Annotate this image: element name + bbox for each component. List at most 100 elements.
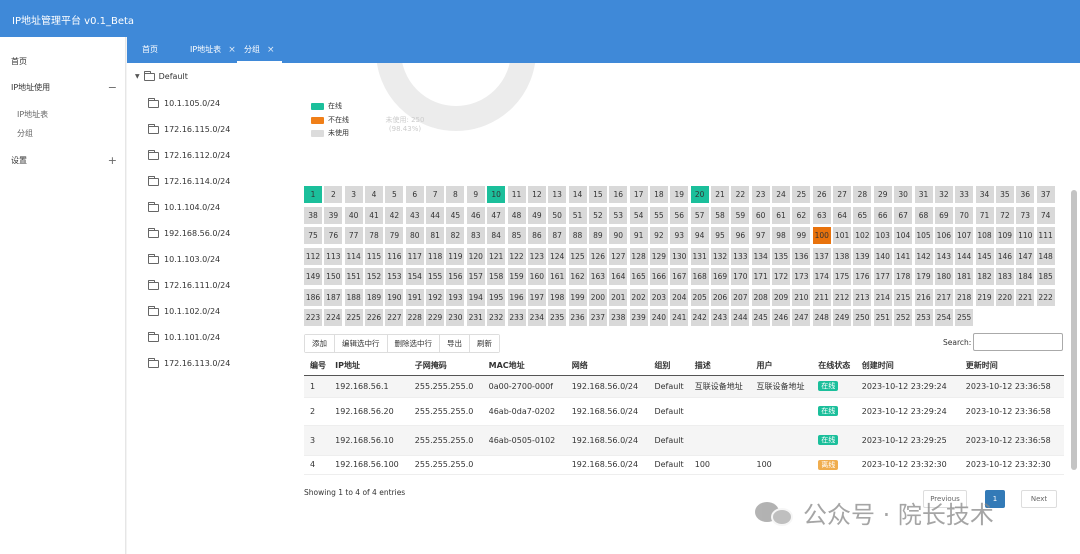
sidebar-item-ip-usage[interactable]: IP地址使用 (11, 82, 50, 93)
ip-cell[interactable]: 37 (1036, 186, 1055, 203)
ip-cell[interactable]: 247 (792, 309, 811, 326)
ip-cell[interactable]: 253 (914, 309, 933, 326)
ip-cell[interactable]: 235 (548, 309, 567, 326)
ip-cell[interactable]: 34 (975, 186, 994, 203)
ip-cell[interactable]: 1 (304, 186, 322, 203)
ip-cell[interactable]: 113 (324, 247, 343, 265)
ip-cell[interactable]: 242 (690, 309, 709, 326)
ip-cell[interactable]: 11 (507, 186, 526, 203)
ip-cell[interactable]: 213 (853, 288, 872, 306)
ip-cell[interactable]: 83 (466, 227, 485, 244)
ip-cell[interactable]: 47 (487, 206, 506, 224)
ip-cell[interactable]: 244 (731, 309, 750, 326)
ip-cell[interactable]: 43 (405, 206, 424, 224)
ip-cell[interactable]: 197 (527, 288, 546, 306)
column-header[interactable]: 用户 (750, 356, 813, 376)
ip-cell[interactable]: 61 (772, 206, 791, 224)
tree-node[interactable]: 10.1.101.0/24 (148, 331, 220, 342)
ip-cell[interactable]: 172 (772, 268, 791, 285)
ip-cell[interactable]: 98 (772, 227, 791, 244)
ip-cell[interactable]: 29 (873, 186, 892, 203)
column-header[interactable]: 更新时间 (959, 356, 1064, 376)
ip-cell[interactable]: 205 (690, 288, 709, 306)
ip-cell[interactable]: 62 (792, 206, 811, 224)
ip-cell[interactable]: 116 (385, 247, 404, 265)
ip-cell[interactable]: 227 (385, 309, 404, 326)
legend-item-offline[interactable]: 不在线 (311, 115, 349, 125)
ip-cell[interactable]: 111 (1036, 227, 1055, 244)
ip-cell[interactable]: 132 (711, 247, 729, 265)
ip-cell[interactable]: 231 (466, 309, 485, 326)
ip-cell[interactable]: 120 (466, 247, 485, 265)
ip-cell[interactable]: 88 (568, 227, 587, 244)
ip-cell[interactable]: 181 (955, 268, 974, 285)
sidebar-item-group[interactable]: 分组 (17, 128, 33, 139)
ip-cell[interactable]: 162 (568, 268, 587, 285)
ip-cell[interactable]: 53 (609, 206, 628, 224)
ip-cell[interactable]: 12 (527, 186, 546, 203)
ip-cell[interactable]: 9 (466, 186, 485, 203)
ip-cell[interactable]: 146 (995, 247, 1014, 265)
ip-cell[interactable]: 94 (690, 227, 709, 244)
ip-cell[interactable]: 251 (873, 309, 892, 326)
ip-cell[interactable]: 86 (527, 227, 546, 244)
ip-cell[interactable]: 114 (344, 247, 363, 265)
ip-cell[interactable]: 215 (894, 288, 913, 306)
tab-home[interactable]: 首页 (142, 37, 158, 63)
ip-cell[interactable]: 248 (812, 309, 831, 326)
ip-cell[interactable]: 225 (344, 309, 363, 326)
ip-cell[interactable]: 201 (609, 288, 628, 306)
ip-cell[interactable]: 52 (588, 206, 607, 224)
tab-ip-table[interactable]: IP地址表 × (190, 37, 236, 63)
ip-cell[interactable]: 148 (1036, 247, 1055, 265)
ip-cell[interactable]: 174 (812, 268, 831, 285)
ip-cell[interactable]: 233 (507, 309, 526, 326)
ip-cell[interactable]: 16 (609, 186, 628, 203)
ip-cell[interactable]: 149 (304, 268, 322, 285)
ip-cell[interactable]: 123 (527, 247, 546, 265)
ip-cell[interactable]: 4 (365, 186, 384, 203)
refresh-button[interactable]: 刷新 (470, 335, 499, 352)
ip-cell[interactable]: 15 (588, 186, 607, 203)
caret-down-icon[interactable]: ▼ (135, 73, 140, 80)
tree-node[interactable]: 10.1.103.0/24 (148, 253, 220, 264)
edit-selected-button[interactable]: 编辑选中行 (335, 335, 388, 352)
ip-cell[interactable]: 38 (304, 206, 322, 224)
ip-cell[interactable]: 103 (873, 227, 892, 244)
ip-cell[interactable]: 58 (711, 206, 729, 224)
ip-cell[interactable]: 211 (812, 288, 831, 306)
ip-cell[interactable]: 51 (568, 206, 587, 224)
ip-cell[interactable]: 186 (304, 288, 322, 306)
ip-cell[interactable]: 190 (385, 288, 404, 306)
ip-cell[interactable]: 182 (975, 268, 994, 285)
ip-cell[interactable]: 166 (649, 268, 668, 285)
ip-cell[interactable]: 41 (365, 206, 384, 224)
legend-item-unused[interactable]: 未使用 (311, 128, 349, 138)
ip-cell[interactable]: 104 (894, 227, 913, 244)
table-row[interactable]: 2 192.168.56.20 255.255.255.0 46ab-0da7-020… (304, 397, 1064, 426)
ip-cell[interactable]: 151 (344, 268, 363, 285)
ip-cell[interactable]: 169 (711, 268, 729, 285)
ip-cell[interactable]: 24 (772, 186, 791, 203)
ip-cell[interactable]: 240 (649, 309, 668, 326)
ip-cell[interactable]: 184 (1016, 268, 1035, 285)
ip-cell[interactable]: 237 (588, 309, 607, 326)
search-input[interactable] (973, 333, 1063, 351)
ip-cell[interactable]: 229 (426, 309, 445, 326)
ip-cell[interactable]: 109 (995, 227, 1014, 244)
ip-cell[interactable]: 126 (588, 247, 607, 265)
ip-cell[interactable]: 14 (568, 186, 587, 203)
ip-cell[interactable]: 177 (873, 268, 892, 285)
ip-cell[interactable]: 79 (385, 227, 404, 244)
ip-cell[interactable]: 176 (853, 268, 872, 285)
ip-cell[interactable]: 72 (995, 206, 1014, 224)
ip-cell[interactable]: 46 (466, 206, 485, 224)
next-button[interactable]: Next (1021, 490, 1057, 508)
legend-item-online[interactable]: 在线 (311, 101, 342, 111)
ip-cell[interactable]: 124 (548, 247, 567, 265)
ip-cell[interactable]: 243 (711, 309, 729, 326)
ip-cell[interactable]: 129 (649, 247, 668, 265)
ip-cell[interactable]: 144 (955, 247, 974, 265)
ip-cell[interactable]: 70 (955, 206, 974, 224)
ip-cell[interactable]: 154 (405, 268, 424, 285)
